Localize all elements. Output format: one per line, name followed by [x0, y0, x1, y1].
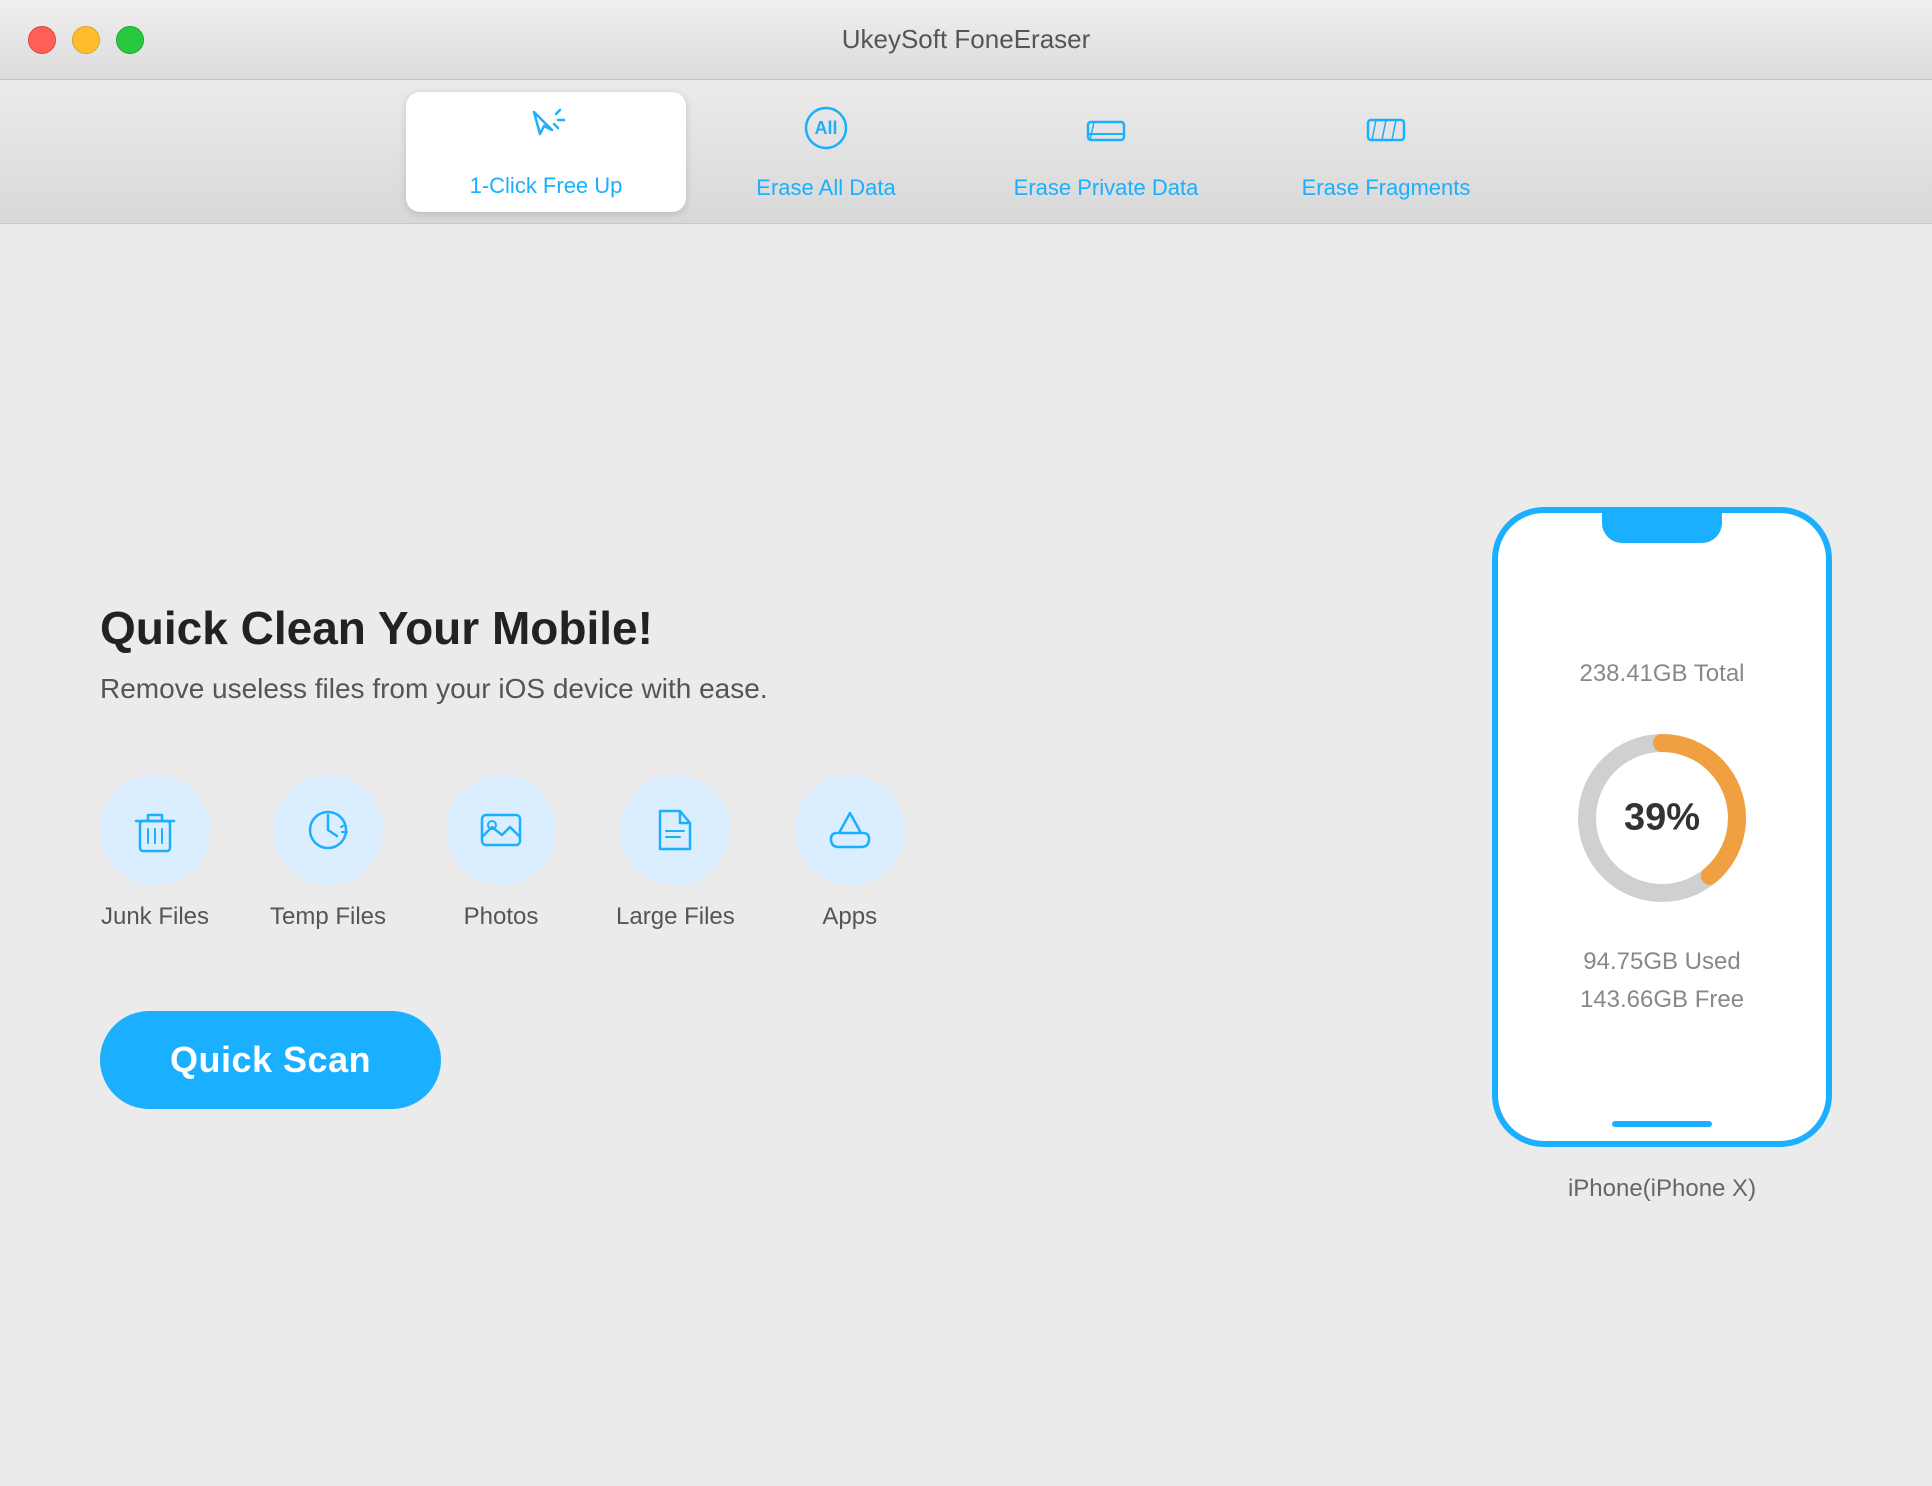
- svg-text:All: All: [814, 118, 837, 138]
- left-panel: Quick Clean Your Mobile! Remove useless …: [100, 601, 1412, 1108]
- minimize-button[interactable]: [72, 26, 100, 54]
- right-panel: 238.41GB Total 39% 94.75GB Used 143.66GB…: [1492, 507, 1832, 1203]
- iphone-frame: 238.41GB Total 39% 94.75GB Used 143.66GB…: [1492, 507, 1832, 1147]
- tab-bar: 1-Click Free Up All Erase All Data Erase…: [0, 80, 1932, 224]
- tab-one-click[interactable]: 1-Click Free Up: [406, 92, 686, 212]
- storage-donut: 39%: [1562, 718, 1762, 918]
- window-title: UkeySoft FoneEraser: [842, 24, 1091, 55]
- one-click-icon: [522, 104, 570, 163]
- storage-info: 94.75GB Used 143.66GB Free: [1580, 948, 1744, 1014]
- apps-label: Apps: [822, 903, 877, 931]
- main-subheadline: Remove useless files from your iOS devic…: [100, 673, 1412, 705]
- large-icon-circle: [620, 775, 730, 885]
- quick-scan-button[interactable]: Quick Scan: [100, 1011, 441, 1109]
- close-button[interactable]: [28, 26, 56, 54]
- storage-used: 94.75GB Used: [1583, 948, 1740, 976]
- category-junk[interactable]: Junk Files: [100, 775, 210, 931]
- main-content: Quick Clean Your Mobile! Remove useless …: [0, 224, 1932, 1486]
- category-photos[interactable]: Photos: [446, 775, 556, 931]
- category-apps[interactable]: Apps: [795, 775, 905, 931]
- window-controls: [28, 26, 144, 54]
- device-name: iPhone(iPhone X): [1568, 1175, 1756, 1203]
- junk-icon-circle: [100, 775, 210, 885]
- storage-free: 143.66GB Free: [1580, 986, 1744, 1014]
- erase-all-icon: All: [800, 102, 852, 165]
- tab-erase-all-label: Erase All Data: [756, 175, 895, 201]
- temp-icon-circle: [273, 775, 383, 885]
- storage-percent: 39%: [1624, 797, 1700, 840]
- category-icons: Junk Files Temp Files: [100, 775, 1412, 931]
- tab-erase-private[interactable]: Erase Private Data: [966, 92, 1246, 212]
- title-bar: UkeySoft FoneEraser: [0, 0, 1932, 80]
- storage-total: 238.41GB Total: [1579, 660, 1744, 688]
- category-temp[interactable]: Temp Files: [270, 775, 386, 931]
- tab-one-click-label: 1-Click Free Up: [470, 173, 623, 199]
- junk-label: Junk Files: [101, 903, 209, 931]
- headline-group: Quick Clean Your Mobile! Remove useless …: [100, 601, 1412, 704]
- photos-icon-circle: [446, 775, 556, 885]
- tab-erase-private-label: Erase Private Data: [1014, 175, 1199, 201]
- photos-label: Photos: [464, 903, 539, 931]
- main-headline: Quick Clean Your Mobile!: [100, 601, 1412, 656]
- erase-fragments-icon: [1360, 102, 1412, 165]
- tab-erase-all[interactable]: All Erase All Data: [686, 92, 966, 212]
- erase-private-icon: [1080, 102, 1132, 165]
- temp-label: Temp Files: [270, 903, 386, 931]
- large-label: Large Files: [616, 903, 735, 931]
- category-large[interactable]: Large Files: [616, 775, 735, 931]
- tab-erase-fragments-label: Erase Fragments: [1302, 175, 1471, 201]
- maximize-button[interactable]: [116, 26, 144, 54]
- apps-icon-circle: [795, 775, 905, 885]
- tab-erase-fragments[interactable]: Erase Fragments: [1246, 92, 1526, 212]
